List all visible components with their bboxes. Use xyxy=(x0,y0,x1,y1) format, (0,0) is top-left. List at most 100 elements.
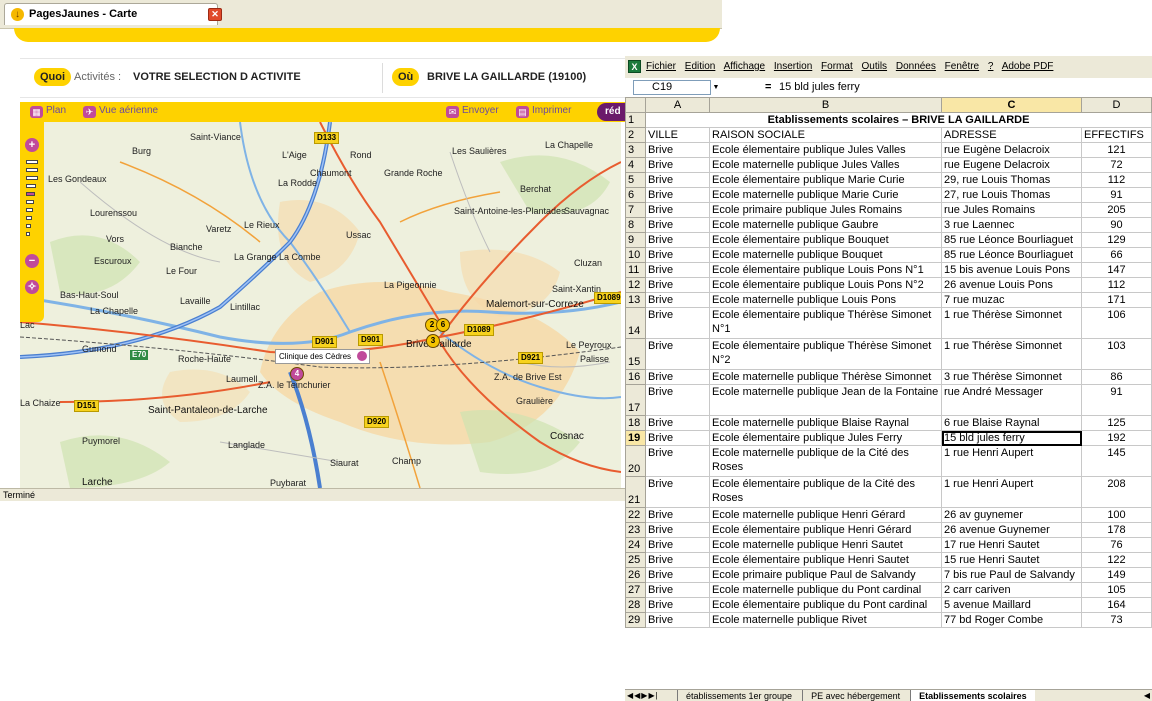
sheet-tab-nav-arrows-icon[interactable]: ◀◀▶▶| xyxy=(627,690,659,701)
map-tooltip[interactable]: Clinique des Cèdres xyxy=(275,349,371,364)
cell-ville[interactable]: Brive xyxy=(645,247,710,263)
cell-effectifs[interactable]: 164 xyxy=(1081,597,1152,613)
cell-raison-sociale[interactable]: Ecole maternelle publique Gaubre xyxy=(709,217,942,233)
row-header[interactable]: 16 xyxy=(625,369,646,385)
column-header-a[interactable]: A xyxy=(645,97,710,113)
cell-raison-sociale[interactable]: Ecole élementaire publique de la Cité de… xyxy=(709,476,942,508)
cell-adresse[interactable]: 2 carr cariven xyxy=(941,582,1082,598)
quoi-label[interactable]: Quoi xyxy=(34,68,72,86)
map-view[interactable]: Saint-Viance Burg L'Aige Rond Les Sauliè… xyxy=(20,122,621,488)
cell-raison-sociale[interactable]: Ecole maternelle publique Thérèse Simonn… xyxy=(709,369,942,385)
cell-effectifs[interactable]: 112 xyxy=(1081,277,1152,293)
row-header[interactable]: 9 xyxy=(625,232,646,248)
activites-value[interactable]: VOTRE SELECTION D ACTIVITE xyxy=(133,71,301,83)
cell-raison-sociale[interactable]: Ecole maternelle publique Rivet xyxy=(709,612,942,628)
plan-button[interactable]: ▦ Plan xyxy=(30,105,66,118)
cell-adresse[interactable]: 7 rue muzac xyxy=(941,292,1082,308)
row-header[interactable]: 18 xyxy=(625,415,646,431)
menu-insertion[interactable]: Insertion xyxy=(774,61,812,72)
cell-effectifs[interactable]: 205 xyxy=(1081,202,1152,218)
cell-ville[interactable]: Brive xyxy=(645,567,710,583)
print-button[interactable]: ▤ Imprimer xyxy=(516,105,571,118)
cell-raison-sociale[interactable]: Ecole maternelle publique Jules Valles xyxy=(709,157,942,173)
zoom-level-9[interactable] xyxy=(26,224,31,228)
cell-raison-sociale[interactable]: Ecole élementaire publique Bouquet xyxy=(709,232,942,248)
aerial-view-button[interactable]: ✈ Vue aérienne xyxy=(83,105,158,118)
cell-adresse[interactable]: 15 bld jules ferry xyxy=(941,430,1082,446)
cell-raison-sociale[interactable]: Ecole élementaire publique Henri Gérard xyxy=(709,522,942,538)
cell-adresse[interactable]: 29, rue Louis Thomas xyxy=(941,172,1082,188)
menu-edition[interactable]: Edition xyxy=(685,61,716,72)
cell-ville[interactable]: Brive xyxy=(645,172,710,188)
cell-adresse[interactable]: 5 avenue Maillard xyxy=(941,597,1082,613)
cell-adresse[interactable]: 7 bis rue Paul de Salvandy xyxy=(941,567,1082,583)
menu-help[interactable]: ? xyxy=(988,61,994,72)
cell-effectifs[interactable]: 121 xyxy=(1081,142,1152,158)
row-header[interactable]: 17 xyxy=(625,384,646,416)
cell-adresse[interactable]: 26 av guynemer xyxy=(941,507,1082,523)
cell-adresse[interactable]: 3 rue Thérèse Simonnet xyxy=(941,369,1082,385)
cell-effectifs[interactable]: 105 xyxy=(1081,582,1152,598)
cell-effectifs[interactable]: 145 xyxy=(1081,445,1152,477)
sheet-tab[interactable]: Etablissements scolaires xyxy=(910,690,1035,701)
column-header-c[interactable]: C xyxy=(941,97,1082,113)
cell-ville[interactable]: Brive xyxy=(645,445,710,477)
cell-effectifs[interactable]: 112 xyxy=(1081,172,1152,188)
cell-ville[interactable]: Brive xyxy=(645,217,710,233)
zoom-out-icon[interactable]: − xyxy=(25,254,39,268)
cell-effectifs[interactable]: 103 xyxy=(1081,338,1152,370)
cell-adresse[interactable]: 26 avenue Guynemer xyxy=(941,522,1082,538)
cell-raison-sociale[interactable]: Ecole élementaire publique Jules Valles xyxy=(709,142,942,158)
menu-fenetre[interactable]: Fenêtre xyxy=(945,61,979,72)
cell-effectifs[interactable]: 192 xyxy=(1081,430,1152,446)
cell-ville[interactable]: Brive xyxy=(645,415,710,431)
cell-raison-sociale[interactable]: Ecole élementaire publique Thérèse Simon… xyxy=(709,338,942,370)
map-marker-4[interactable]: 4 xyxy=(290,367,304,381)
cell-ville[interactable]: Brive xyxy=(645,157,710,173)
zoom-level-8[interactable] xyxy=(26,216,32,220)
cell-effectifs[interactable]: 149 xyxy=(1081,567,1152,583)
row-header[interactable]: 23 xyxy=(625,522,646,538)
cell-effectifs[interactable]: 125 xyxy=(1081,415,1152,431)
row-header[interactable]: 25 xyxy=(625,552,646,568)
zoom-in-icon[interactable]: + xyxy=(25,138,39,152)
menu-affichage[interactable]: Affichage xyxy=(724,61,766,72)
zoom-level-1[interactable] xyxy=(26,160,38,164)
cell-ville[interactable]: Brive xyxy=(645,232,710,248)
cell-adresse[interactable]: 15 rue Henri Sautet xyxy=(941,552,1082,568)
zoom-level-7[interactable] xyxy=(26,208,33,212)
name-box-dropdown-icon[interactable]: ▼ xyxy=(711,80,721,95)
row-header[interactable]: 8 xyxy=(625,217,646,233)
cell-ville[interactable]: Brive xyxy=(645,522,710,538)
cell-ville[interactable]: Brive xyxy=(645,612,710,628)
send-button[interactable]: ✉ Envoyer xyxy=(446,105,499,118)
menu-outils[interactable]: Outils xyxy=(862,61,888,72)
cell-adresse[interactable]: 1 rue Thérèse Simonnet xyxy=(941,338,1082,370)
row-header[interactable]: 11 xyxy=(625,262,646,278)
cell-raison-sociale[interactable]: Ecole maternelle publique Blaise Raynal xyxy=(709,415,942,431)
row-header[interactable]: 6 xyxy=(625,187,646,203)
cell-effectifs[interactable]: 72 xyxy=(1081,157,1152,173)
row-header[interactable]: 26 xyxy=(625,567,646,583)
menu-fichier[interactable]: Fichier xyxy=(646,61,676,72)
cell-raison-sociale[interactable]: Ecole élementaire publique Thérèse Simon… xyxy=(709,307,942,339)
row-header[interactable]: 28 xyxy=(625,597,646,613)
cell-adresse[interactable]: 6 rue Blaise Raynal xyxy=(941,415,1082,431)
cell-effectifs[interactable]: 86 xyxy=(1081,369,1152,385)
close-tab-icon[interactable]: ✕ xyxy=(208,8,222,21)
sheet-title-cell[interactable]: Etablissements scolaires – BRIVE LA GAIL… xyxy=(645,112,1152,128)
column-header-b[interactable]: B xyxy=(709,97,942,113)
row-header[interactable]: 19 xyxy=(625,430,646,446)
zoom-level-current[interactable] xyxy=(26,192,35,196)
cell-ville[interactable]: Brive xyxy=(645,307,710,339)
cell-effectifs[interactable]: 73 xyxy=(1081,612,1152,628)
scroll-left-icon[interactable]: ◀ xyxy=(1144,690,1150,701)
column-header-d[interactable]: D xyxy=(1081,97,1152,113)
cell-adresse[interactable]: rue Eugene Delacroix xyxy=(941,157,1082,173)
cell-ville[interactable]: Brive xyxy=(645,507,710,523)
menu-donnees[interactable]: Données xyxy=(896,61,936,72)
ou-value[interactable]: BRIVE LA GAILLARDE (19100) xyxy=(427,71,586,83)
row-header[interactable]: 20 xyxy=(625,445,646,477)
cell-ville[interactable]: Brive xyxy=(645,277,710,293)
cell-ville[interactable]: Brive xyxy=(645,537,710,553)
